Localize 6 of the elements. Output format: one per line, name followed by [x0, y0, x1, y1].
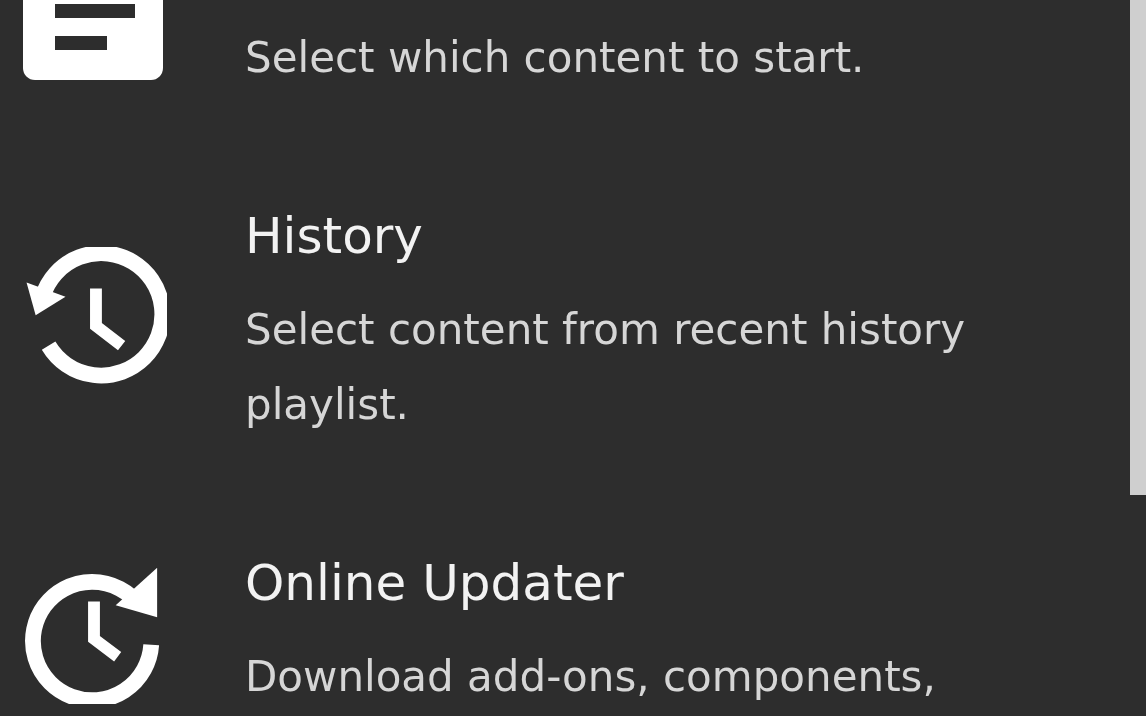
menu-item-description: Select content from recent history playlist.: [245, 304, 967, 431]
menu-item-title[interactable]: History: [245, 199, 1045, 274]
menu-item-description: Download add-ons, components,: [245, 651, 937, 703]
menu-item-description: Select which content to start.: [245, 32, 866, 84]
scrollbar[interactable]: [1130, 0, 1146, 495]
menu-item-title[interactable]: Online Updater: [245, 546, 1045, 621]
